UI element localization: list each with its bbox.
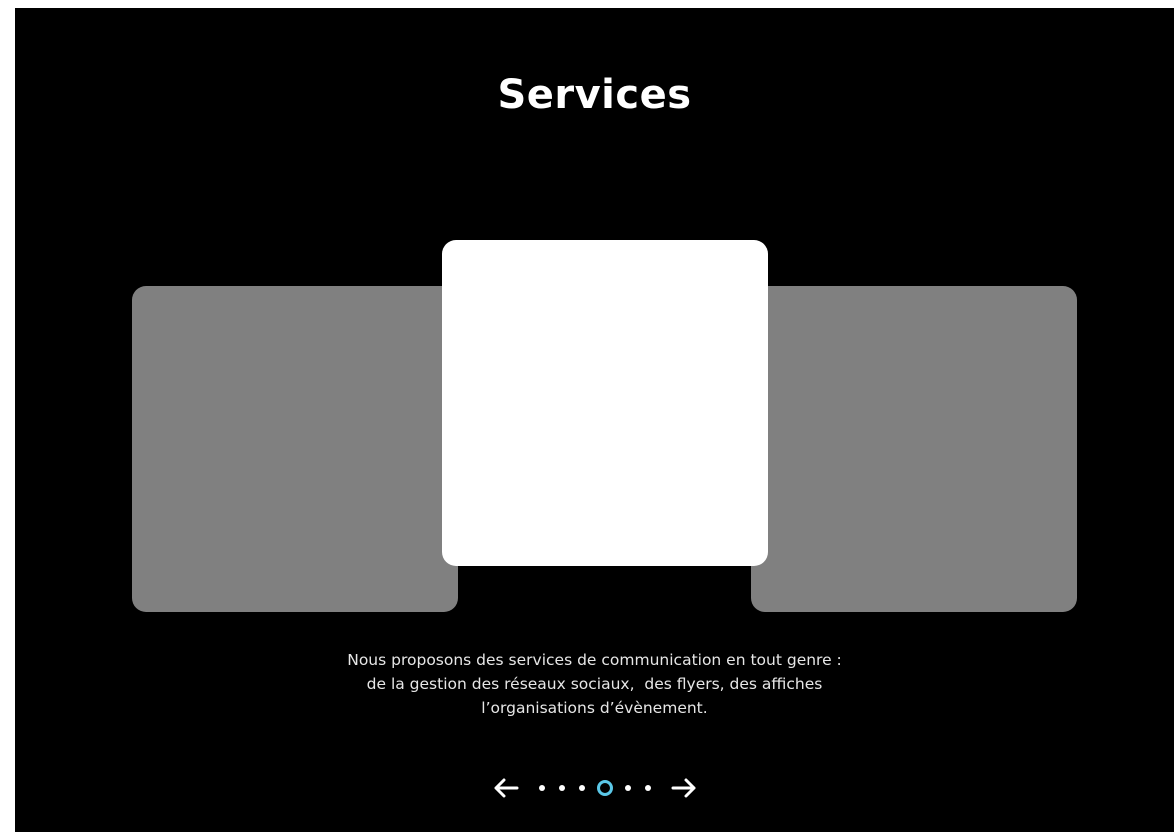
pagination-dot-4-active[interactable] — [596, 780, 613, 796]
arrow-left-icon — [494, 778, 518, 798]
arrow-right-icon — [671, 778, 695, 798]
next-button[interactable] — [668, 772, 700, 804]
carousel-card-left[interactable] — [132, 286, 458, 612]
pagination-dot-1[interactable] — [538, 785, 545, 791]
pagination-dot-5[interactable] — [624, 785, 631, 791]
services-section: Services Nous proposons des services de … — [15, 8, 1174, 832]
pagination-dot-3[interactable] — [578, 785, 585, 791]
services-description: Nous proposons des services de communica… — [15, 648, 1174, 720]
pagination-dot-6[interactable] — [644, 785, 651, 791]
carousel-card-right[interactable] — [751, 286, 1077, 612]
carousel-navigation — [15, 772, 1174, 804]
description-line: Nous proposons des services de communica… — [347, 651, 842, 669]
pagination-dot-2[interactable] — [558, 785, 565, 791]
section-title: Services — [497, 72, 692, 118]
description-line: de la gestion des réseaux sociaux, des f… — [366, 675, 823, 693]
prev-button[interactable] — [490, 772, 522, 804]
description-line: l’organisations d’évènement. — [481, 699, 708, 717]
pagination-dots — [532, 780, 658, 796]
carousel-card-center[interactable] — [442, 240, 768, 566]
